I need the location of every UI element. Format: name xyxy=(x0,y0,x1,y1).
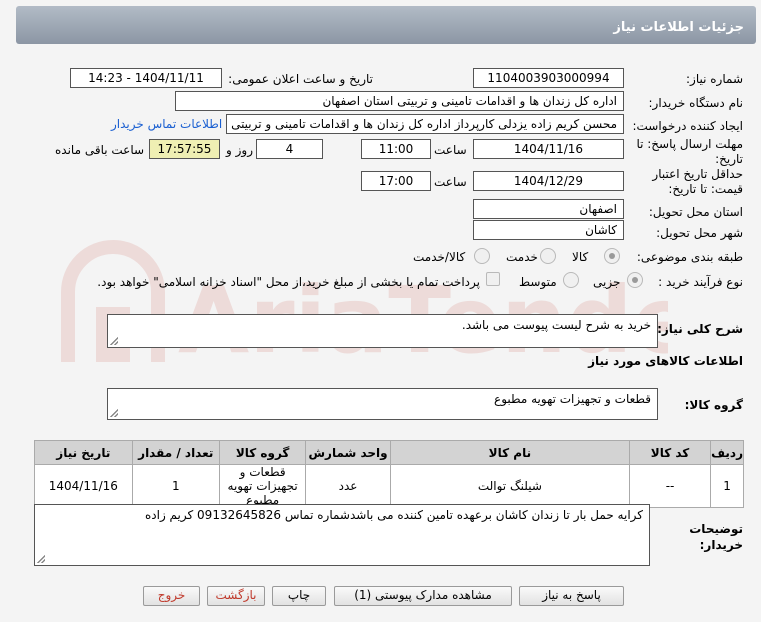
treasury-note: پرداخت تمام یا بخشی از مبلغ خرید،از محل … xyxy=(97,275,480,289)
col-header-need-date: تاریخ نیاز xyxy=(34,440,133,465)
reply-date-field[interactable]: 1404/11/16 xyxy=(473,139,624,159)
requester-field[interactable]: محسن کریم زاده یزدلی کارپرداز اداره کل ز… xyxy=(226,114,624,134)
category-radio-goods[interactable] xyxy=(604,248,620,264)
price-validity-time-field[interactable]: 17:00 xyxy=(361,171,431,191)
price-validity-label: حداقل تاریخ اعتبار xyxy=(652,167,743,181)
purchase-type-option-medium: متوسط xyxy=(519,275,557,289)
col-header-goods-group: گروه کالا xyxy=(218,440,307,465)
cell-need-date: 1404/11/16 xyxy=(34,464,133,508)
delivery-province-field[interactable]: اصفهان xyxy=(473,199,624,219)
col-header-unit: واحد شمارش xyxy=(305,440,391,465)
buyer-org-field[interactable]: اداره کل زندان ها و اقدامات تامینی و ترب… xyxy=(175,91,624,111)
goods-table: ردیف کد کالا نام کالا واحد شمارش گروه کا… xyxy=(34,440,744,508)
col-header-quantity: تعداد / مقدار xyxy=(131,440,220,465)
purchase-type-radio-minor[interactable] xyxy=(627,272,643,288)
category-radio-service[interactable] xyxy=(540,248,556,264)
cell-goods-group: قطعات و تجهیزات تهویه مطبوع xyxy=(218,464,307,508)
buyer-org-label: نام دستگاه خریدار: xyxy=(648,96,744,110)
general-description-field[interactable]: خرید به شرح لیست پیوست می باشد. xyxy=(107,314,658,348)
purchase-type-radio-medium[interactable] xyxy=(563,272,579,288)
treasury-checkbox[interactable] xyxy=(486,272,500,286)
days-label: روز و xyxy=(226,143,253,157)
goods-group-text: قطعات و تجهیزات تهویه مطبوع xyxy=(494,392,651,406)
delivery-city-field[interactable]: کاشان xyxy=(473,220,624,240)
cell-row-number: 1 xyxy=(710,464,744,508)
purchase-type-label: نوع فرآیند خرید : xyxy=(658,275,743,289)
category-label: طبقه بندی موضوعی: xyxy=(636,250,743,264)
back-button[interactable]: بازگشت xyxy=(207,586,265,606)
resize-grip-icon[interactable] xyxy=(110,337,118,345)
category-option-goods: کالا xyxy=(572,250,589,264)
exit-button[interactable]: خروج xyxy=(143,586,200,606)
price-validity-label-2: قیمت: تا تاریخ: xyxy=(668,182,743,196)
goods-group-label: گروه کالا: xyxy=(684,398,743,412)
general-description-label: شرح کلی نیاز: xyxy=(657,322,743,336)
goods-group-field[interactable]: قطعات و تجهیزات تهویه مطبوع xyxy=(107,388,658,420)
need-number-field[interactable]: 1104003903000994 xyxy=(473,68,624,88)
cell-goods-name: شیلنگ توالت xyxy=(389,464,630,508)
cell-unit: عدد xyxy=(305,464,391,508)
announce-datetime-field[interactable]: 1404/11/11 - 14:23 xyxy=(70,68,222,88)
resize-grip-icon[interactable] xyxy=(37,555,45,563)
buyer-notes-label: توضیحات xyxy=(689,522,743,536)
table-row[interactable]: 1 -- شیلنگ توالت عدد قطعات و تجهیزات تهو… xyxy=(34,464,744,508)
delivery-city-label: شهر محل تحویل: xyxy=(656,226,743,240)
category-radio-goods-service[interactable] xyxy=(474,248,490,264)
page-header: جزئیات اطلاعات نیاز xyxy=(16,6,756,44)
reply-deadline-label: مهلت ارسال پاسخ: تا xyxy=(636,137,743,151)
reply-deadline-label-2: تاریخ: xyxy=(715,152,743,166)
reply-button[interactable]: پاسخ به نیاز xyxy=(519,586,624,606)
cell-goods-code: -- xyxy=(628,464,712,508)
cell-quantity: 1 xyxy=(131,464,220,508)
resize-grip-icon[interactable] xyxy=(110,409,118,417)
buyer-notes-field[interactable]: کرایه حمل بار تا زندان کاشان برعهده تامی… xyxy=(34,504,650,566)
requester-label: ایجاد کننده درخواست: xyxy=(632,119,743,133)
announce-datetime-label: تاریخ و ساعت اعلان عمومی: xyxy=(228,72,373,86)
col-header-goods-code: کد کالا xyxy=(628,440,712,465)
category-option-service: خدمت xyxy=(506,250,538,264)
category-option-goods-service: کالا/خدمت xyxy=(413,250,466,264)
goods-section-title: اطلاعات کالاهای مورد نیاز xyxy=(588,354,743,368)
remaining-time-label: ساعت باقی مانده xyxy=(55,143,145,157)
days-field[interactable]: 4 xyxy=(256,139,323,159)
print-button[interactable]: چاپ xyxy=(272,586,326,606)
view-attachments-button[interactable]: مشاهده مدارک پیوستی (1) xyxy=(334,586,512,606)
price-validity-time-label: ساعت xyxy=(434,175,467,189)
remaining-time-field: 17:57:55 xyxy=(149,139,220,159)
reply-time-label: ساعت xyxy=(434,143,467,157)
price-validity-date-field[interactable]: 1404/12/29 xyxy=(473,171,624,191)
col-header-goods-name: نام کالا xyxy=(389,440,630,465)
purchase-type-option-minor: جزیی xyxy=(593,275,621,289)
need-number-label: شماره نیاز: xyxy=(686,72,743,86)
table-header-row: ردیف کد کالا نام کالا واحد شمارش گروه کا… xyxy=(34,440,744,465)
buyer-notes-label-2: خریدار: xyxy=(699,538,743,552)
col-header-row-number: ردیف xyxy=(710,440,744,465)
buyer-contact-link[interactable]: اطلاعات تماس خریدار xyxy=(111,117,222,131)
general-description-text: خرید به شرح لیست پیوست می باشد. xyxy=(461,318,651,332)
reply-time-field[interactable]: 11:00 xyxy=(361,139,431,159)
delivery-province-label: استان محل تحویل: xyxy=(648,205,743,219)
buyer-notes-text: کرایه حمل بار تا زندان کاشان برعهده تامی… xyxy=(144,508,643,522)
